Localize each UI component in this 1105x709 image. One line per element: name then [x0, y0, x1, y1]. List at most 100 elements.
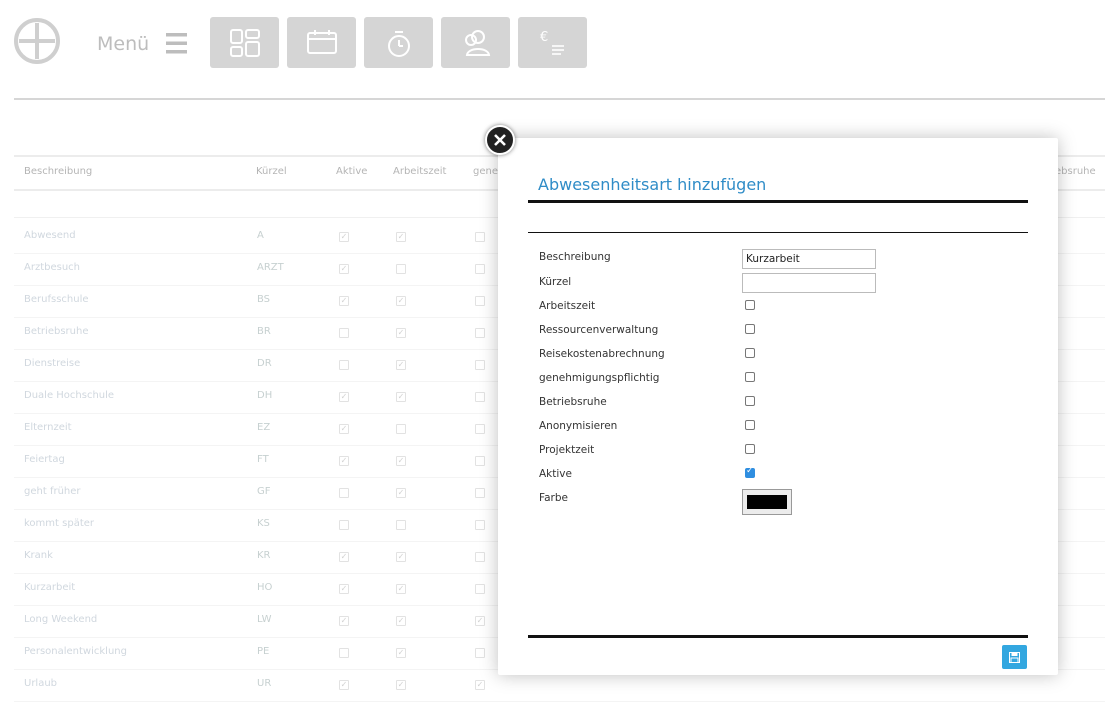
arbeitszeit-checkbox: ✓ [396, 552, 406, 562]
aktive-checkbox[interactable] [745, 466, 755, 478]
aktive-checkbox: ✓ [339, 424, 349, 434]
cell-kuerzel: ARZT [257, 262, 284, 273]
farbe-color-picker[interactable] [742, 489, 792, 515]
cell-kuerzel: KR [257, 550, 271, 561]
aktive-checkbox: ✓ [339, 584, 349, 594]
reisekosten-checkbox[interactable] [745, 348, 755, 358]
cell-beschreibung: Arztbesuch [24, 262, 81, 273]
save-button[interactable] [1002, 645, 1027, 669]
aktive-checkbox: ✓ [339, 232, 349, 242]
cell-kuerzel: HO [257, 582, 273, 593]
genehmigung-checkbox [475, 456, 485, 466]
cell-kuerzel: A [257, 230, 264, 241]
genehmigung-checkbox [475, 584, 485, 594]
genehmigung-checkbox [475, 648, 485, 658]
close-dialog-button[interactable] [485, 125, 515, 155]
arbeitszeit-checkbox: ✓ [396, 328, 406, 338]
cell-kuerzel: KS [257, 518, 270, 529]
arbeitszeit-checkbox: ✓ [396, 648, 406, 658]
arbeitszeit-checkbox: ✓ [396, 360, 406, 370]
arbeitszeit-checkbox: ✓ [396, 616, 406, 626]
users-button[interactable] [441, 17, 510, 68]
genehmigung-checkbox [475, 328, 485, 338]
genehmigung-checkbox: ✓ [475, 680, 485, 690]
kuerzel-input[interactable] [742, 273, 876, 293]
cell-kuerzel: BS [257, 294, 271, 305]
dashboard-icon [230, 29, 260, 57]
form-divider [528, 232, 1028, 233]
euro-expenses-icon: € [540, 30, 564, 55]
stopwatch-icon [388, 31, 410, 57]
projektzeit-checkbox[interactable] [745, 444, 755, 454]
cell-beschreibung: Dienstreise [24, 358, 81, 369]
color-preview [747, 495, 787, 509]
arbeitszeit-checkbox [396, 264, 406, 274]
cell-kuerzel: UR [257, 678, 272, 689]
genehmigung-checkbox [475, 296, 485, 306]
genehmigung-checkbox [475, 392, 485, 402]
aktive-checkbox [339, 648, 349, 658]
calendar-button[interactable] [287, 17, 356, 68]
reisekosten-label: Reisekostenabrechnung [539, 348, 665, 360]
menu-label[interactable]: Menü [97, 33, 149, 55]
anonym-checkbox[interactable] [745, 420, 755, 430]
beschreibung-input[interactable] [742, 249, 876, 269]
genehmigung-checkbox[interactable] [745, 372, 755, 382]
cell-beschreibung: Kurzarbeit [24, 582, 76, 593]
arbeitszeit-checkbox: ✓ [396, 680, 406, 690]
cell-beschreibung: Duale Hochschule [24, 390, 115, 401]
col-aktive[interactable]: Aktive [336, 166, 367, 177]
arbeitszeit-label: Arbeitszeit [539, 300, 596, 312]
aktive-checkbox: ✓ [339, 296, 349, 306]
genehmigung-checkbox [475, 232, 485, 242]
title-divider [528, 200, 1028, 203]
cell-kuerzel: GF [257, 486, 271, 497]
calendar-icon [307, 30, 337, 54]
beschreibung-label: Beschreibung [539, 251, 611, 263]
stopwatch-button[interactable] [364, 17, 433, 68]
ressourcen-checkbox[interactable] [745, 324, 755, 334]
arbeitszeit-checkbox: ✓ [396, 232, 406, 242]
cell-beschreibung: Feiertag [24, 454, 65, 465]
arbeitszeit-checkbox: ✓ [396, 296, 406, 306]
arbeitszeit-checkbox[interactable] [745, 300, 755, 310]
aktive-checkbox [339, 360, 349, 370]
cell-beschreibung: Personalentwicklung [24, 646, 127, 657]
kuerzel-label: Kürzel [539, 276, 572, 288]
genehmigung-checkbox [475, 360, 485, 370]
cell-beschreibung: Krank [24, 550, 53, 561]
aktive-checkbox [339, 328, 349, 338]
aktive-checkbox: ✓ [339, 392, 349, 402]
close-icon [494, 134, 506, 146]
aktive-label: Aktive [539, 468, 572, 480]
add-circle-icon[interactable] [14, 17, 60, 65]
ressourcen-label: Ressourcenverwaltung [539, 324, 659, 336]
cell-beschreibung: kommt später [24, 518, 95, 529]
aktive-checkbox: ✓ [339, 616, 349, 626]
col-betriebsruhe[interactable]: ebsruhe [1055, 166, 1096, 177]
col-genehmigung[interactable]: gene [473, 166, 498, 177]
cell-beschreibung: Betriebsruhe [24, 326, 89, 337]
cell-beschreibung: Elternzeit [24, 422, 72, 433]
farbe-label: Farbe [539, 492, 568, 504]
col-arbeitszeit[interactable]: Arbeitszeit [393, 166, 446, 177]
expenses-button[interactable]: € [518, 17, 587, 68]
genehmigung-checkbox [475, 488, 485, 498]
hamburger-icon[interactable] [166, 33, 187, 54]
col-beschreibung[interactable]: Beschreibung [24, 166, 92, 177]
arbeitszeit-checkbox: ✓ [396, 392, 406, 402]
genehmigung-checkbox [475, 552, 485, 562]
dashboard-button[interactable] [210, 17, 279, 68]
arbeitszeit-checkbox [396, 520, 406, 530]
dialog-title: Abwesenheitsart hinzufügen [538, 175, 767, 194]
cell-kuerzel: FT [257, 454, 269, 465]
cell-beschreibung: Urlaub [24, 678, 58, 689]
footer-divider [528, 635, 1028, 638]
betriebsruhe-checkbox[interactable] [745, 396, 755, 406]
cell-beschreibung: Long Weekend [24, 614, 98, 625]
aktive-checkbox: ✓ [339, 552, 349, 562]
cell-kuerzel: DH [257, 390, 273, 401]
cell-kuerzel: EZ [257, 422, 271, 433]
col-kuerzel[interactable]: Kürzel [256, 166, 287, 177]
anonym-label: Anonymisieren [539, 420, 618, 432]
